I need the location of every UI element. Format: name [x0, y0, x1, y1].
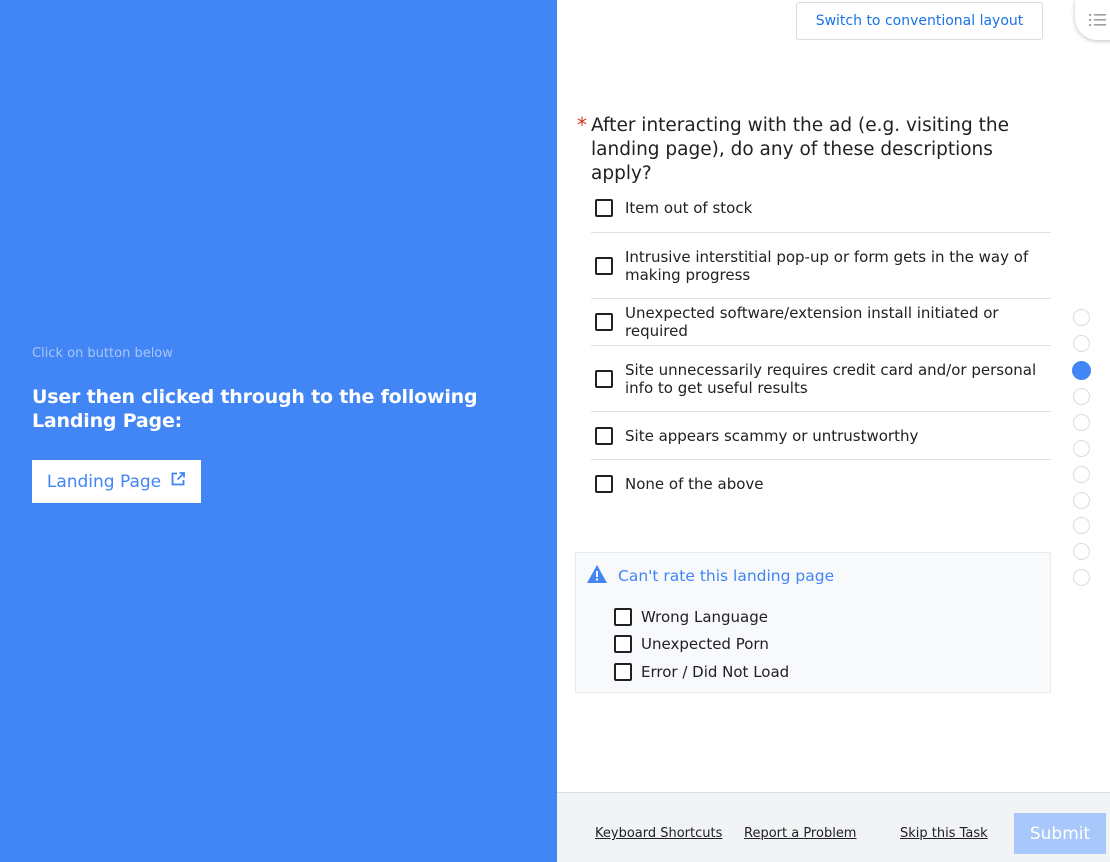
- progress-step-dot[interactable]: [1073, 414, 1090, 432]
- option-unexpected-software[interactable]: Unexpected software/extension install in…: [591, 299, 1051, 346]
- option-scammy[interactable]: Site appears scammy or untrustworthy: [591, 412, 1051, 460]
- checkbox[interactable]: [595, 313, 613, 331]
- progress-step-dot[interactable]: [1073, 334, 1090, 352]
- cant-rate-title: Can't rate this landing page: [618, 567, 835, 585]
- checkbox[interactable]: [614, 635, 632, 654]
- checkbox[interactable]: [595, 475, 613, 493]
- checkbox[interactable]: [595, 256, 613, 275]
- progress-step-dot[interactable]: [1073, 491, 1090, 509]
- progress-step-dot[interactable]: [1073, 309, 1090, 326]
- progress-navigator: [1072, 309, 1091, 595]
- cant-rate-header: Can't rate this landing page: [586, 564, 834, 588]
- external-link-icon: [170, 471, 186, 492]
- checkbox[interactable]: [595, 369, 613, 388]
- checkbox[interactable]: [614, 607, 632, 626]
- options-list: Item out of stock Intrusive interstitial…: [591, 184, 1051, 508]
- option-intrusive-interstitial[interactable]: Intrusive interstitial pop-up or form ge…: [591, 233, 1051, 299]
- cant-rate-section: Can't rate this landing page Wrong Langu…: [575, 552, 1051, 693]
- submit-button[interactable]: Submit: [1014, 813, 1106, 854]
- option-label: Site unnecessarily requires credit card …: [625, 360, 1037, 397]
- progress-step-dot[interactable]: [1073, 543, 1090, 561]
- landing-page-button[interactable]: Landing Page: [32, 460, 201, 503]
- required-marker: *: [577, 113, 587, 137]
- instruction-hint: Click on button below: [32, 346, 173, 361]
- option-label: Intrusive interstitial pop-up or form ge…: [625, 247, 1029, 284]
- option-none-of-the-above[interactable]: None of the above: [591, 460, 1051, 508]
- question: * After interacting with the ad (e.g. vi…: [577, 113, 1047, 186]
- checkbox[interactable]: [614, 662, 632, 681]
- option-label: Site appears scammy or untrustworthy: [625, 426, 919, 445]
- landing-page-heading: User then clicked through to the followi…: [32, 386, 478, 432]
- switch-layout-button[interactable]: Switch to conventional layout: [796, 2, 1043, 40]
- progress-step-dot[interactable]: [1073, 465, 1090, 483]
- checkbox[interactable]: [595, 199, 613, 217]
- right-panel: Switch to conventional layout * After in…: [557, 0, 1110, 862]
- progress-step-dot[interactable]: [1073, 388, 1090, 406]
- option-label: Error / Did Not Load: [641, 662, 790, 681]
- checkbox[interactable]: [595, 426, 613, 445]
- cant-rate-unexpected-porn[interactable]: Unexpected Porn: [614, 631, 789, 659]
- option-label: Unexpected Porn: [641, 635, 769, 654]
- report-problem-link[interactable]: Report a Problem: [744, 826, 856, 841]
- option-requires-credit-card[interactable]: Site unnecessarily requires credit card …: [591, 346, 1051, 412]
- question-text: After interacting with the ad (e.g. visi…: [591, 115, 1009, 184]
- left-panel: Click on button below User then clicked …: [0, 0, 557, 862]
- progress-step-dot[interactable]: [1073, 568, 1090, 586]
- skip-task-link[interactable]: Skip this Task: [900, 826, 988, 841]
- option-item-out-of-stock[interactable]: Item out of stock: [591, 184, 1051, 233]
- keyboard-shortcuts-link[interactable]: Keyboard Shortcuts: [595, 826, 722, 841]
- progress-step-dot[interactable]: [1072, 360, 1091, 380]
- progress-step-dot[interactable]: [1073, 439, 1090, 457]
- cant-rate-options: Wrong Language Unexpected Porn Error / D…: [614, 603, 789, 686]
- progress-step-dot[interactable]: [1073, 517, 1090, 535]
- option-label: Item out of stock: [625, 199, 753, 217]
- footer: Keyboard Shortcuts Report a Problem Skip…: [557, 792, 1110, 862]
- outline-list-icon[interactable]: [1075, 0, 1110, 40]
- option-label: Wrong Language: [641, 607, 768, 626]
- cant-rate-error-did-not-load[interactable]: Error / Did Not Load: [614, 658, 789, 686]
- option-label: Unexpected software/extension install in…: [625, 304, 999, 340]
- cant-rate-wrong-language[interactable]: Wrong Language: [614, 603, 789, 631]
- landing-page-button-label: Landing Page: [46, 471, 162, 492]
- option-label: None of the above: [625, 475, 764, 493]
- warning-icon: [586, 564, 608, 588]
